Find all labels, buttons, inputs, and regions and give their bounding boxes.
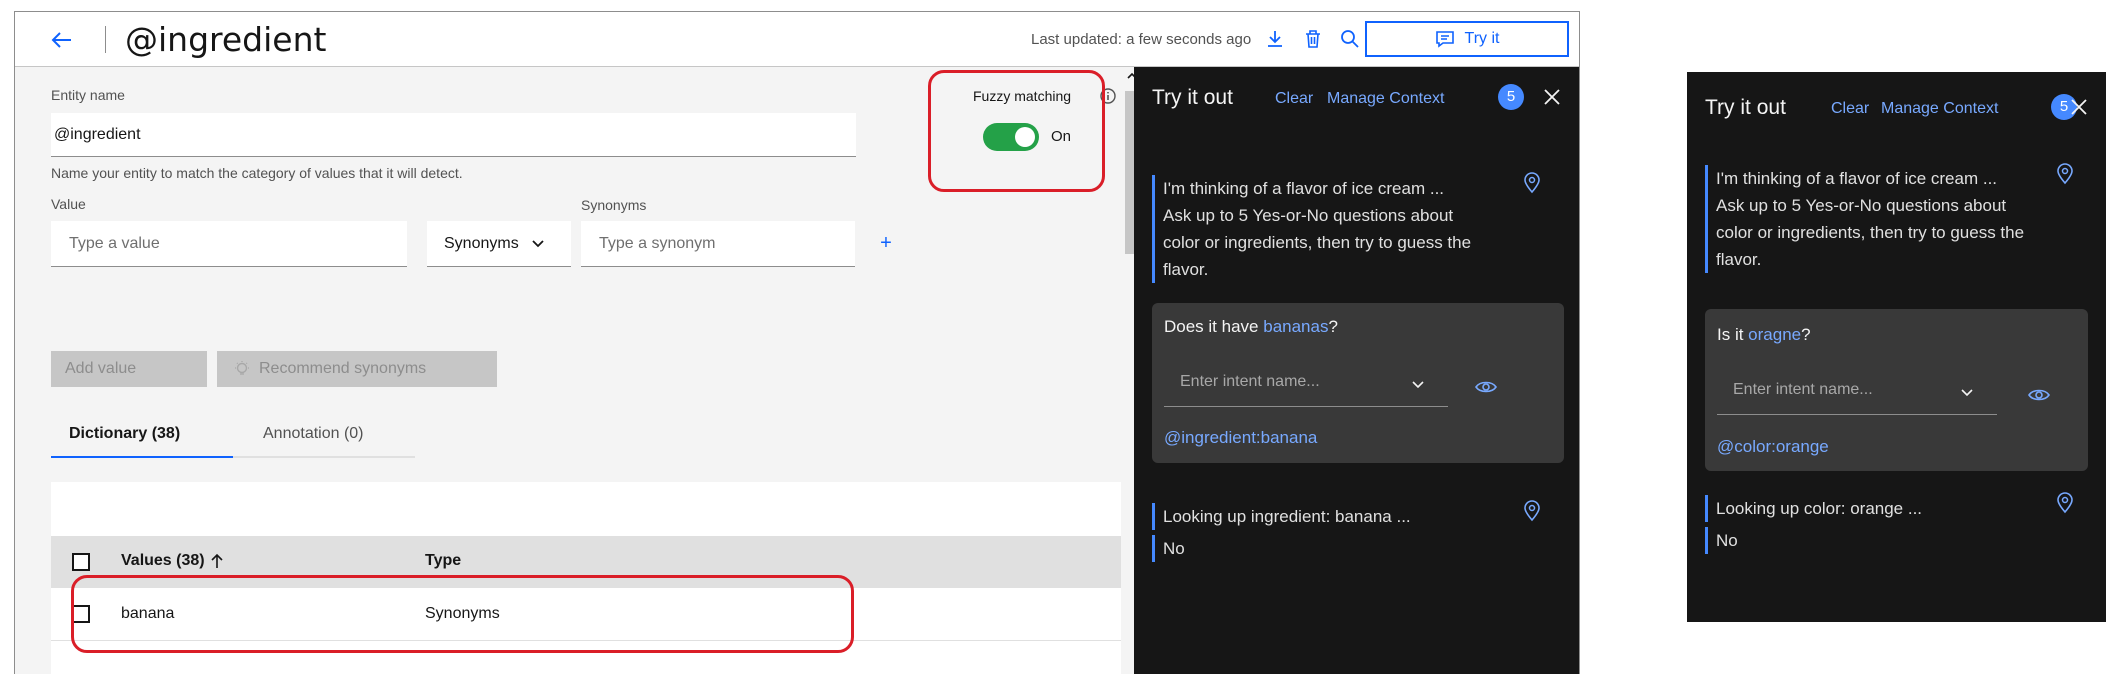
try-it-out-panel: Try it out Clear Manage Context 5 I'm th… [1134, 67, 1579, 674]
value-placeholder: Type a value [69, 234, 160, 252]
context-count-badge: 5 [1498, 84, 1524, 110]
close-icon[interactable] [1541, 86, 1563, 108]
location-pin-icon[interactable] [2055, 492, 2075, 514]
download-icon[interactable] [1264, 28, 1286, 50]
detected-entity-link[interactable]: @color:orange [1717, 437, 1829, 457]
value-input[interactable]: Type a value [51, 221, 407, 267]
recommend-synonyms-button[interactable]: Recommend synonyms [217, 351, 497, 387]
location-pin-icon[interactable] [2055, 163, 2075, 185]
last-updated-text: Last updated: a few seconds ago [1031, 31, 1252, 48]
manage-context-link[interactable]: Manage Context [1881, 100, 1998, 118]
recognized-entity-highlight: oragne [1748, 325, 1802, 344]
synonym-input[interactable]: Type a synonym [581, 221, 855, 267]
chevron-down-icon [531, 239, 545, 249]
arrow-up-icon [211, 553, 223, 569]
intent-dropdown[interactable]: Enter intent name... [1717, 367, 1997, 415]
user-message: Does it have bananas? [1164, 317, 1338, 336]
location-pin-icon[interactable] [1522, 172, 1542, 194]
try-it-label: Try it [1464, 30, 1500, 47]
clear-link[interactable]: Clear [1275, 90, 1313, 108]
recommend-synonyms-label: Recommend synonyms [259, 360, 427, 377]
user-message-card: Does it have bananas? Enter intent name.… [1152, 303, 1564, 463]
try-it-out-panel-example: Try it out Clear Manage Context 5 I'm th… [1687, 72, 2106, 622]
user-message: Is it oragne? [1717, 325, 1811, 344]
bot-message: I'm thinking of a flavor of ice cream ..… [1705, 165, 2025, 192]
chat-icon [1435, 30, 1455, 48]
type-dropdown-value: Synonyms [444, 234, 519, 252]
clear-link[interactable]: Clear [1831, 100, 1869, 118]
add-value-button[interactable]: Add value [51, 351, 207, 387]
trash-icon[interactable] [1302, 28, 1324, 50]
synonyms-label: Synonyms [581, 197, 647, 213]
entity-name-field[interactable]: @ingredient [51, 113, 856, 157]
answer-message: No [1152, 535, 1482, 562]
manage-context-link[interactable]: Manage Context [1327, 90, 1444, 108]
user-message-card: Is it oragne? Enter intent name... @colo… [1705, 309, 2088, 471]
lightbulb-icon [233, 360, 251, 378]
entity-name-helper: Name your entity to match the category o… [51, 165, 463, 181]
banana-row-highlight [71, 575, 854, 653]
try-it-button[interactable]: Try it [1365, 21, 1569, 57]
value-label: Value [51, 196, 86, 212]
tab-annotation[interactable]: Annotation (0) [233, 410, 415, 458]
intent-dropdown[interactable]: Enter intent name... [1164, 359, 1448, 407]
page-header: @ingredient Last updated: a few seconds … [15, 12, 1579, 67]
bot-message: Ask up to 5 Yes-or-No questions about co… [1705, 192, 2025, 273]
close-icon[interactable] [2068, 96, 2090, 118]
entity-editor-window: @ingredient Last updated: a few seconds … [14, 11, 1580, 674]
eye-icon[interactable] [2027, 386, 2051, 404]
location-pin-icon[interactable] [1522, 500, 1542, 522]
column-header-values[interactable]: Values (38) [121, 552, 223, 570]
type-dropdown[interactable]: Synonyms [427, 221, 571, 267]
panel-title: Try it out [1705, 96, 1786, 119]
title-divider [105, 26, 106, 53]
tab-dictionary[interactable]: Dictionary (38) [51, 410, 233, 458]
select-all-checkbox[interactable] [72, 553, 90, 571]
lookup-message: Looking up color: orange ... [1705, 495, 2025, 522]
eye-icon[interactable] [1474, 378, 1498, 396]
add-synonym-button[interactable]: + [875, 232, 897, 254]
entity-name-label: Entity name [51, 87, 125, 103]
lookup-message: Looking up ingredient: banana ... [1152, 503, 1482, 530]
chevron-down-icon [1410, 377, 1426, 393]
synonym-placeholder: Type a synonym [599, 234, 716, 252]
bot-message: Ask up to 5 Yes-or-No questions about co… [1152, 202, 1482, 283]
page-title: @ingredient [125, 20, 327, 59]
panel-title: Try it out [1152, 86, 1233, 109]
fuzzy-matching-highlight [928, 70, 1105, 192]
detected-entity-link[interactable]: @ingredient:banana [1164, 428, 1317, 448]
answer-message: No [1705, 527, 2025, 554]
recognized-entity-highlight: bananas [1263, 317, 1329, 336]
bot-message: I'm thinking of a flavor of ice cream ..… [1152, 175, 1482, 202]
chevron-down-icon [1959, 385, 1975, 401]
column-header-type[interactable]: Type [425, 552, 461, 570]
search-icon[interactable] [1339, 28, 1361, 50]
column-header-values-label: Values (38) [121, 552, 205, 569]
back-arrow-icon[interactable] [49, 28, 75, 52]
